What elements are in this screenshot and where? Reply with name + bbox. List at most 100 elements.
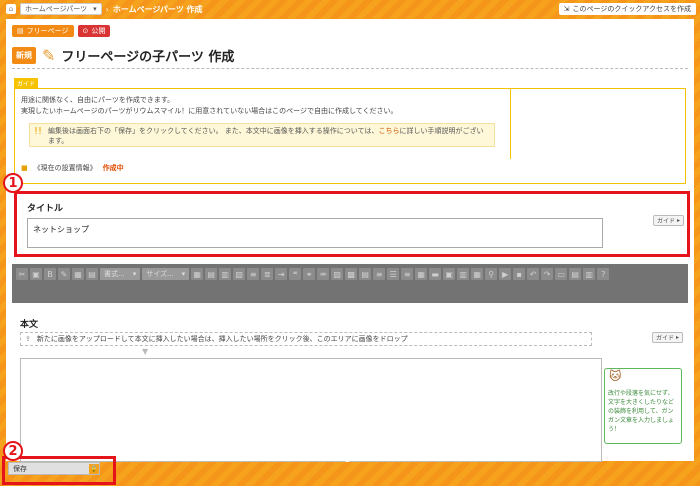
quote-icon[interactable]: ❝: [289, 268, 302, 280]
unlink-icon[interactable]: ⚮: [317, 268, 330, 280]
callout-2: 2: [3, 441, 23, 461]
guide-text: 用途に関係なく、自由にパーツを作成できます。 実現したいホームページのパーツがリ…: [21, 95, 501, 117]
chevron-down-icon: ▾: [93, 5, 97, 13]
drop-hint: 新たに画像をアップロードして本文に挿入したい場合は、挿入したい場所をクリック後、…: [36, 335, 408, 343]
quick-access-label: このページのクイックアクセスを作成: [572, 5, 691, 13]
body-guide-button[interactable]: ガイド ▸: [652, 332, 684, 343]
list-icon[interactable]: ≣: [261, 268, 274, 280]
format-select-label: 書式...: [104, 270, 125, 278]
tool-icon[interactable]: ▤: [86, 268, 98, 280]
title-section: タイトル ネットショップ ガイド ▸: [14, 191, 690, 257]
help-icon[interactable]: ?: [597, 268, 610, 280]
indent-icon[interactable]: ⇥: [275, 268, 288, 280]
tab-public[interactable]: ⊙ 公開: [77, 25, 111, 37]
mascot-tip-text: 改行や段落を気にせず、文字を大きくしたりなどの装飾を利用して、ガンガン文章を入力…: [608, 390, 675, 433]
status-row: ■ 《現在の設置情報》 作成中: [21, 163, 124, 173]
size-select[interactable]: サイズ... ▾: [142, 268, 190, 280]
tab-free-page[interactable]: ▤ フリーページ: [12, 25, 74, 37]
tool-icon[interactable]: ▥: [457, 268, 470, 280]
breadcrumb-select[interactable]: ホームページパーツ ▾: [20, 3, 102, 15]
align-icon[interactable]: ≡: [401, 268, 414, 280]
redo-icon[interactable]: ↷: [541, 268, 554, 280]
breadcrumb-separator: ›: [105, 4, 109, 14]
body-guide-label: ガイド: [656, 335, 675, 342]
breadcrumb-select-label: ホームページパーツ: [25, 5, 88, 13]
preview-icon[interactable]: ▭: [555, 268, 568, 280]
tool-icon[interactable]: ▧: [233, 268, 246, 280]
tool-icon[interactable]: ▥: [219, 268, 232, 280]
chevron-right-icon: ▸: [677, 217, 681, 224]
tool-icon[interactable]: ▤: [569, 268, 582, 280]
tool-icon[interactable]: ▨: [331, 268, 344, 280]
guide-box: 用途に関係なく、自由にパーツを作成できます。 実現したいホームページのパーツがリ…: [14, 88, 686, 184]
main-panel: ▤ フリーページ ⊙ 公開 新規 ✎ フリーページの子パーツ 作成 ガイド 用途に関…: [6, 19, 694, 462]
link-icon: ⇲: [563, 5, 570, 13]
warning-icon: !!: [34, 126, 43, 137]
tool-icon[interactable]: ▩: [345, 268, 358, 280]
guide-line-2: 実現したいホームページのパーツがリウムスマイル！に用意されていない場合はこのペー…: [21, 107, 398, 115]
bold-icon[interactable]: B: [44, 268, 56, 280]
mascot-tip: 🐱 改行や段落を気にせず、文字を大きくしたりなどの装飾を利用して、ガンガン文章を…: [604, 368, 682, 444]
chevron-down-icon: ▾: [132, 270, 137, 278]
tool-icon[interactable]: ▦: [191, 268, 204, 280]
tool-icon[interactable]: ▥: [583, 268, 596, 280]
status-icon: ■: [21, 164, 28, 172]
image-drop-zone[interactable]: ⇪ 新たに画像をアップロードして本文に挿入したい場合は、挿入したい場所をクリック…: [20, 332, 592, 346]
page-tabs: ▤ フリーページ ⊙ 公開: [12, 25, 111, 37]
tool-icon[interactable]: ▦: [72, 268, 84, 280]
callout-1: 1: [3, 173, 23, 193]
link-icon[interactable]: ⚭: [303, 268, 316, 280]
tool-icon[interactable]: ▪: [513, 268, 526, 280]
list-icon[interactable]: ≡: [247, 268, 260, 280]
title-guide-button[interactable]: ガイド ▸: [653, 215, 685, 226]
breadcrumb-current: ホームページパーツ 作成: [112, 4, 203, 14]
guide-divider: [510, 89, 511, 159]
tool-icon[interactable]: ▣: [30, 268, 42, 280]
quick-access-button[interactable]: ⇲ このページのクイックアクセスを作成: [558, 3, 696, 15]
tab-public-label: 公開: [91, 27, 106, 35]
align-icon[interactable]: ☰: [387, 268, 400, 280]
mascot-icon: 🐱: [609, 369, 622, 383]
tool-icon[interactable]: ▣: [443, 268, 456, 280]
page-header: 新規 ✎ フリーページの子パーツ 作成: [12, 43, 688, 69]
page-title: フリーページの子パーツ 作成: [61, 50, 235, 65]
title-guide-label: ガイド: [657, 218, 676, 225]
guide-line-1: 用途に関係なく、自由にパーツを作成できます。: [21, 96, 175, 104]
home-icon[interactable]: ⌂: [6, 4, 16, 14]
page-icon: ▤: [17, 27, 24, 35]
help-link[interactable]: こちら: [378, 127, 399, 135]
arrow-down-icon: ▼: [142, 347, 149, 356]
pencil-icon: ✎: [42, 46, 56, 65]
status-label: 《現在の設置情報》: [33, 164, 97, 172]
tab-free-page-label: フリーページ: [26, 27, 69, 35]
guide-note-text: 編集後は画面右下の「保存」をクリックしてください。 また、本文中に画像を挿入する…: [48, 127, 379, 135]
title-label: タイトル: [27, 204, 64, 214]
tool-icon[interactable]: ✎: [58, 268, 70, 280]
size-select-label: サイズ...: [146, 270, 174, 278]
new-badge: 新規: [12, 47, 36, 64]
video-icon[interactable]: ▶: [499, 268, 512, 280]
align-icon[interactable]: ≡: [373, 268, 386, 280]
body-editor[interactable]: [20, 358, 602, 462]
tool-icon[interactable]: ▦: [415, 268, 428, 280]
chevron-right-icon: ▸: [676, 334, 680, 341]
tool-icon[interactable]: ▦: [471, 268, 484, 280]
tool-icon[interactable]: ✂: [16, 268, 28, 280]
tool-icon[interactable]: ▤: [205, 268, 218, 280]
chevron-down-icon: ▾: [181, 270, 186, 278]
title-input[interactable]: ネットショップ: [27, 218, 603, 248]
undo-icon[interactable]: ↶: [527, 268, 540, 280]
save-highlight: [2, 456, 116, 485]
format-select[interactable]: 書式... ▾: [100, 268, 141, 280]
public-icon: ⊙: [82, 27, 89, 35]
status-value: 作成中: [102, 164, 124, 172]
guide-note: !! 編集後は画面右下の「保存」をクリックしてください。 また、本文中に画像を挿…: [29, 123, 495, 147]
tool-icon[interactable]: ▬: [429, 268, 442, 280]
upload-icon: ⇪: [25, 335, 31, 343]
body-label: 本文: [20, 320, 39, 330]
map-pin-icon[interactable]: ⚲: [485, 268, 498, 280]
top-bar: ⌂ ホームページパーツ ▾ › ホームページパーツ 作成 ⇲ このページのクイッ…: [0, 0, 700, 18]
editor-toolbar: ✂ ▣ B ✎ ▦ ▤ 書式... ▾ サイズ... ▾ ▦ ▤ ▥ ▧ ≡ ≣ ⇥…: [12, 264, 688, 303]
scroll-indicator-icon: ▲: [345, 456, 350, 463]
tool-icon[interactable]: ▤: [359, 268, 372, 280]
